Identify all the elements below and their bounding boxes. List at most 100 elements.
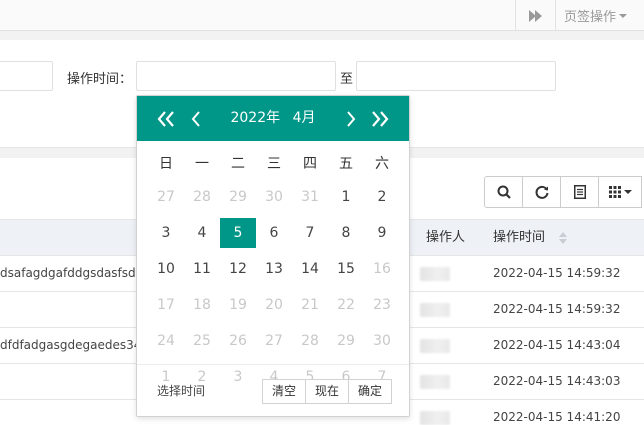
day-cell[interactable]: 6 <box>256 218 292 248</box>
weekday-row: 日 一 二 三 四 五 六 <box>148 152 400 176</box>
end-time-input[interactable] <box>356 61 556 91</box>
range-separator: 至 <box>340 72 354 87</box>
day-cell[interactable]: 14 <box>292 254 328 284</box>
day-cell[interactable]: 3 <box>148 218 184 248</box>
date-picker: 2022年 4月 日 一 二 三 四 五 六 27 28 29 30 31 1 2 3 4 5 6 7… <box>136 95 410 417</box>
day-cell[interactable]: 30 <box>256 182 292 212</box>
week-row: 17 18 19 20 21 22 23 <box>148 290 400 326</box>
day-cell[interactable]: 27 <box>148 182 184 212</box>
day-cell[interactable]: 11 <box>184 254 220 284</box>
day-cell[interactable]: 13 <box>256 254 292 284</box>
day-cell[interactable]: 18 <box>184 290 220 320</box>
time-cell: 2022-04-15 14:59:32 <box>493 302 621 316</box>
grid-icon <box>608 186 621 198</box>
weekday-label: 六 <box>375 156 389 172</box>
list-view-button[interactable] <box>560 176 599 208</box>
day-cell[interactable]: 15 <box>328 254 364 284</box>
operator-avatar-blur <box>420 303 450 317</box>
day-cell[interactable]: 8 <box>328 218 364 248</box>
time-cell: 2022-04-15 14:41:20 <box>493 410 621 424</box>
week-row: 27 28 29 30 31 1 2 <box>148 182 400 218</box>
day-cell[interactable]: 25 <box>184 326 220 356</box>
next-year-button[interactable] <box>369 108 391 130</box>
weekday-label: 四 <box>303 156 317 172</box>
columns-dropdown-button[interactable] <box>598 176 642 208</box>
day-cell[interactable]: 28 <box>292 326 328 356</box>
weekday-label: 日 <box>159 156 173 172</box>
now-button[interactable]: 现在 <box>305 379 350 404</box>
day-cell[interactable]: 22 <box>328 290 364 320</box>
day-cell[interactable]: 20 <box>256 290 292 320</box>
day-cell-selected[interactable]: 5 <box>220 218 256 248</box>
week-row: 3456789 <box>148 218 400 254</box>
list-icon <box>573 185 586 199</box>
content-cell <box>0 400 140 425</box>
content-cell <box>0 292 140 327</box>
caret-down-icon <box>619 13 628 18</box>
choose-time-link[interactable]: 选择时间 <box>157 381 205 401</box>
weekday-label: 一 <box>195 156 209 172</box>
refresh-icon <box>535 185 548 199</box>
fast-forward-icon <box>528 9 542 22</box>
time-cell: 2022-04-15 14:43:03 <box>493 374 621 388</box>
col-operator-header: 操作人 <box>426 230 466 245</box>
col-op-time-header[interactable]: 操作时间 <box>493 220 568 257</box>
day-cell[interactable]: 16 <box>364 254 400 284</box>
operator-avatar-blur <box>420 411 450 425</box>
day-cell[interactable]: 23 <box>364 290 400 320</box>
tab-bar: 页签操作 <box>0 0 644 31</box>
content-cell: dfdfadgasgdegaedes343 <box>0 338 140 352</box>
day-cell[interactable]: 29 <box>328 326 364 356</box>
weekday-label: 二 <box>231 156 245 172</box>
time-cell: 2022-04-15 14:43:04 <box>493 338 621 352</box>
day-cell[interactable]: 31 <box>292 182 328 212</box>
op-time-label: 操作时间： <box>67 72 133 87</box>
day-cell[interactable]: 28 <box>184 182 220 212</box>
day-cell[interactable]: 30 <box>364 326 400 356</box>
day-cell[interactable]: 10 <box>148 254 184 284</box>
content-cell: dsafagdgafddgsdasfsd3 <box>0 266 140 280</box>
double-chevron-right-icon <box>372 111 389 127</box>
search-button[interactable] <box>484 176 523 208</box>
day-cell[interactable]: 27 <box>256 326 292 356</box>
week-row: 10 11 12 13 14 15 16 <box>148 254 400 290</box>
refresh-button[interactable] <box>522 176 561 208</box>
day-cell[interactable]: 7 <box>292 218 328 248</box>
table-toolbar <box>484 176 642 208</box>
day-cell[interactable]: 4 <box>184 218 220 248</box>
start-time-input[interactable] <box>136 61 336 91</box>
chevron-right-icon <box>347 111 356 127</box>
next-month-button[interactable] <box>340 108 362 130</box>
col-op-time-label: 操作时间 <box>493 230 546 245</box>
day-cell[interactable]: 9 <box>364 218 400 248</box>
day-cell[interactable]: 1 <box>328 182 364 212</box>
footer-buttons: 清空 现在 确定 <box>262 379 393 404</box>
clear-button[interactable]: 清空 <box>262 379 307 404</box>
weekday-label: 五 <box>339 156 353 172</box>
search-icon <box>497 185 511 199</box>
tab-ops-dropdown[interactable]: 页签操作 <box>555 0 644 31</box>
date-picker-header: 2022年 4月 <box>137 96 409 141</box>
week-row: 24 25 26 27 28 29 30 <box>148 326 400 362</box>
operator-avatar-blur <box>420 375 450 389</box>
year-label[interactable]: 2022年 <box>230 110 280 126</box>
day-cell[interactable]: 17 <box>148 290 184 320</box>
sort-icon <box>559 231 568 244</box>
date-picker-footer: 选择时间 清空 现在 确定 <box>137 364 409 416</box>
time-cell: 2022-04-15 14:59:32 <box>493 266 621 280</box>
month-label[interactable]: 4月 <box>293 110 316 126</box>
day-cell[interactable]: 29 <box>220 182 256 212</box>
confirm-button[interactable]: 确定 <box>348 379 393 404</box>
day-cell[interactable]: 21 <box>292 290 328 320</box>
tab-ops-label: 页签操作 <box>564 10 617 25</box>
content-cell <box>0 364 140 399</box>
day-cell[interactable]: 12 <box>220 254 256 284</box>
day-cell[interactable]: 26 <box>220 326 256 356</box>
day-cell[interactable]: 24 <box>148 326 184 356</box>
caret-down-icon <box>623 190 632 194</box>
day-cell[interactable]: 19 <box>220 290 256 320</box>
day-cell[interactable]: 2 <box>364 182 400 212</box>
weekday-label: 三 <box>267 156 281 172</box>
tab-scroll-right-button[interactable] <box>515 0 555 31</box>
prev-filter-input[interactable] <box>0 61 53 91</box>
